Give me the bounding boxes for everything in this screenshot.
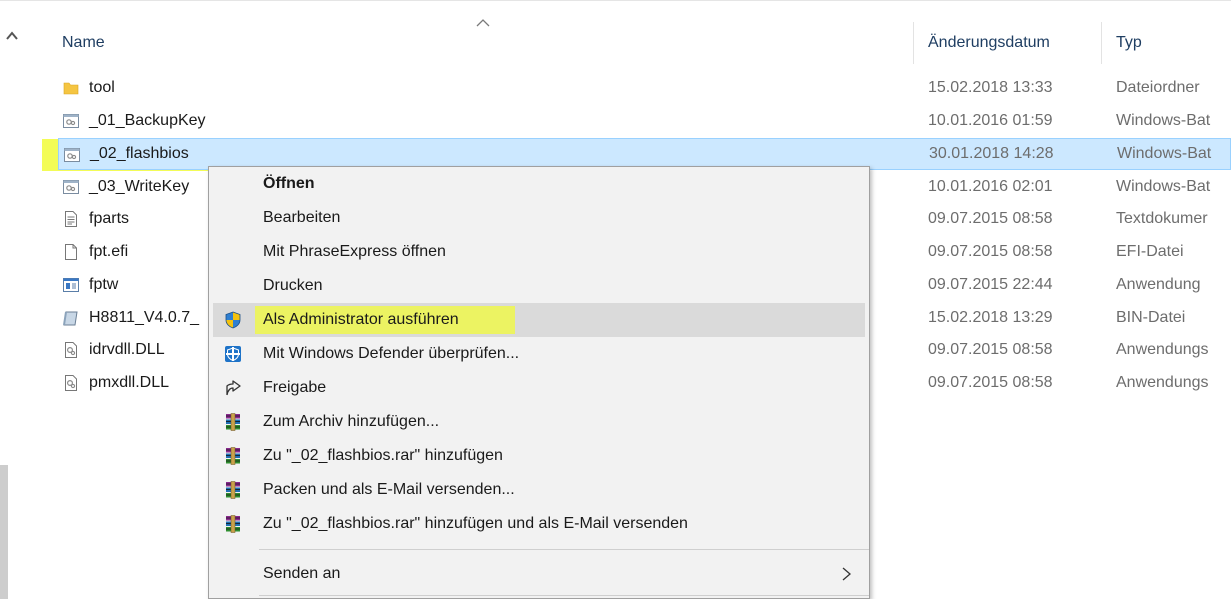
chevron-right-icon: [842, 567, 851, 581]
context-menu: Öffnen Bearbeiten Mit PhraseExpress öffn…: [208, 166, 870, 599]
application-icon: [63, 278, 79, 292]
winrar-icon: [226, 515, 240, 533]
menu-item-label: Mit Windows Defender überprüfen...: [263, 345, 520, 362]
dll-file-icon: [65, 342, 77, 358]
menu-separator: [259, 549, 869, 550]
file-date: 10.01.2016 01:59: [928, 112, 1053, 129]
file-date: 15.02.2018 13:33: [928, 79, 1053, 96]
menu-item-phraseexpress[interactable]: Mit PhraseExpress öffnen: [209, 235, 869, 269]
winrar-icon: [226, 481, 240, 499]
file-name: fparts: [89, 210, 130, 227]
winrar-icon: [226, 447, 240, 465]
menu-item-run-as-admin[interactable]: Als Administrator ausführen: [213, 303, 865, 337]
scroll-up-arrow-icon[interactable]: [6, 30, 18, 40]
column-header-name[interactable]: Name: [62, 22, 105, 64]
menu-item-print[interactable]: Drucken: [209, 269, 869, 303]
menu-item-edit[interactable]: Bearbeiten: [209, 201, 869, 235]
blank-file-icon: [65, 244, 77, 260]
file-name: idrvdll.DLL: [89, 341, 165, 358]
file-name: tool: [89, 79, 115, 96]
menu-item-add-to-rar[interactable]: Zu "_02_flashbios.rar" hinzufügen: [209, 439, 869, 473]
menu-item-send-to[interactable]: Senden an: [209, 557, 869, 591]
file-type: Dateiordner: [1116, 79, 1200, 96]
file-date: 09.07.2015 08:58: [928, 374, 1053, 391]
batch-file-icon: [63, 180, 79, 194]
menu-item-label: Als Administrator ausführen: [263, 311, 459, 328]
sort-ascending-icon: [476, 19, 490, 27]
menu-item-label: Mit PhraseExpress öffnen: [263, 243, 446, 260]
share-icon: [226, 380, 241, 396]
menu-item-label: Bearbeiten: [263, 209, 341, 226]
file-type: EFI-Datei: [1116, 243, 1184, 260]
file-type: Anwendung: [1116, 276, 1201, 293]
file-date: 09.07.2015 08:58: [928, 341, 1053, 358]
windows-defender-icon: [225, 346, 241, 362]
file-name: pmxdll.DLL: [89, 374, 170, 391]
column-header-type[interactable]: Typ: [1116, 22, 1142, 64]
text-file-icon: [65, 211, 77, 227]
file-row[interactable]: _01_BackupKey 10.01.2016 01:59 Windows-B…: [58, 105, 1231, 137]
file-name: H8811_V4.0.7_: [89, 309, 200, 326]
menu-item-label: Zu "_02_flashbios.rar" hinzufügen: [263, 447, 503, 464]
menu-item-pack-email[interactable]: Packen und als E-Mail versenden...: [209, 473, 869, 507]
file-name: fptw: [89, 276, 119, 293]
menu-item-defender-scan[interactable]: Mit Windows Defender überprüfen...: [209, 337, 869, 371]
file-name: fpt.efi: [89, 243, 129, 260]
file-date: 09.07.2015 22:44: [928, 276, 1053, 293]
file-type: Windows-Bat: [1117, 145, 1212, 162]
column-header-date[interactable]: Änderungsdatum: [928, 22, 1050, 64]
file-type: Anwendungs: [1116, 341, 1209, 358]
file-date: 10.01.2016 02:01: [928, 178, 1053, 195]
header-top-border: [0, 0, 1231, 1]
menu-item-label: Öffnen: [263, 175, 315, 192]
menu-item-label: Senden an: [263, 565, 341, 582]
bin-file-icon: [63, 311, 78, 326]
file-row[interactable]: tool 15.02.2018 13:33 Dateiordner: [58, 72, 1231, 104]
menu-item-label: Zu "_02_flashbios.rar" hinzufügen und al…: [263, 515, 688, 532]
menu-item-share[interactable]: Freigabe: [209, 371, 869, 405]
menu-item-label: Drucken: [263, 277, 323, 294]
winrar-icon: [226, 413, 240, 431]
file-date: 09.07.2015 08:58: [928, 243, 1053, 260]
file-name: _01_BackupKey: [89, 112, 206, 129]
batch-file-icon: [64, 148, 80, 162]
scrollbar-thumb[interactable]: [0, 465, 8, 599]
dll-file-icon: [65, 375, 77, 391]
file-type: Windows-Bat: [1116, 178, 1211, 195]
menu-separator: [259, 595, 869, 596]
column-divider[interactable]: [1101, 22, 1102, 64]
menu-item-add-rar-email[interactable]: Zu "_02_flashbios.rar" hinzufügen und al…: [209, 507, 869, 541]
file-date: 09.07.2015 08:58: [928, 210, 1053, 227]
menu-item-label: Freigabe: [263, 379, 327, 396]
batch-file-icon: [63, 114, 79, 128]
menu-item-label: Packen und als E-Mail versenden...: [263, 481, 515, 498]
uac-shield-icon: [225, 311, 241, 329]
menu-item-add-to-archive[interactable]: Zum Archiv hinzufügen...: [209, 405, 869, 439]
file-date: 30.01.2018 14:28: [929, 145, 1054, 162]
folder-icon: [63, 82, 79, 95]
file-name: _02_flashbios: [90, 145, 189, 162]
file-type: Windows-Bat: [1116, 112, 1211, 129]
file-type: Anwendungs: [1116, 374, 1209, 391]
menu-item-open[interactable]: Öffnen: [209, 167, 869, 201]
column-divider[interactable]: [913, 22, 914, 64]
file-type: BIN-Datei: [1116, 309, 1186, 326]
menu-item-label: Zum Archiv hinzufügen...: [263, 413, 440, 430]
file-date: 15.02.2018 13:29: [928, 309, 1053, 326]
file-name: _03_WriteKey: [89, 178, 190, 195]
file-type: Textdokumer: [1116, 210, 1208, 227]
